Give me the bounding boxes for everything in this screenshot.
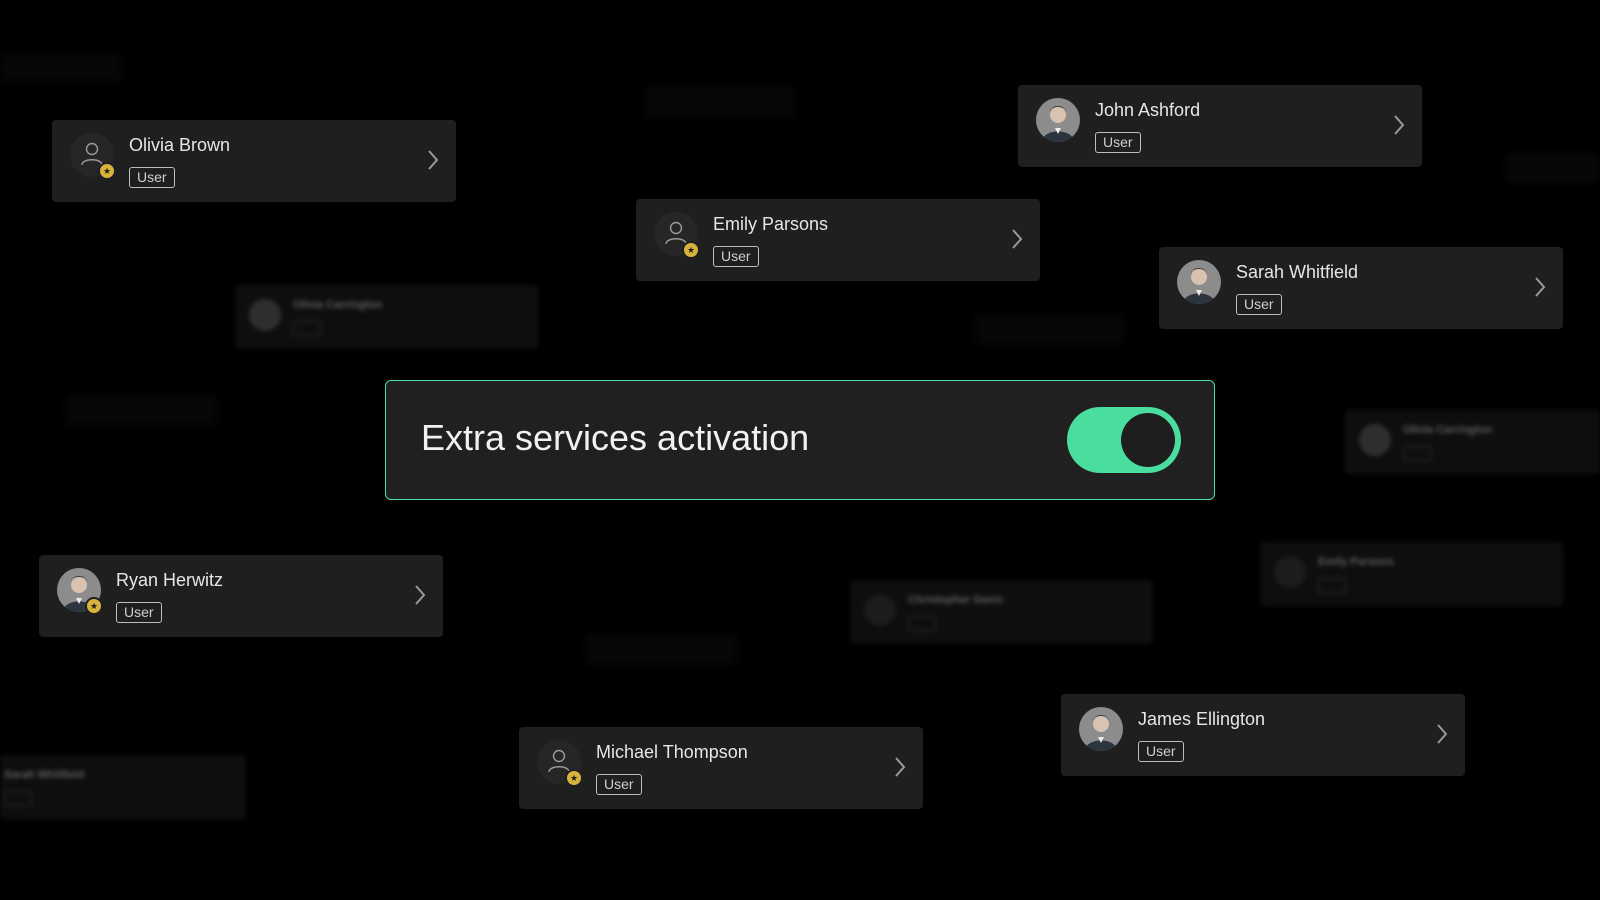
chevron-right-icon[interactable]: [1533, 275, 1547, 299]
star-icon: ★: [98, 162, 116, 180]
user-card-john-ashford[interactable]: John Ashford User: [1018, 85, 1422, 167]
background-user-card: Sarah Whitfield: [0, 755, 246, 819]
user-name: Ryan Herwitz: [116, 570, 224, 590]
toggle-knob[interactable]: [1121, 413, 1175, 467]
role-badge: User: [596, 774, 642, 795]
role-badge: [1318, 578, 1346, 593]
user-name: Emily Parsons: [713, 214, 829, 234]
background-card: [0, 52, 122, 82]
user-card-olivia-brown[interactable]: ★ Olivia Brown User: [52, 120, 456, 202]
user-name: Emily Parsons: [1318, 556, 1394, 568]
user-name: James Ellington: [1138, 709, 1266, 729]
avatar: ★: [57, 568, 103, 615]
user-name: Sarah Whitfield: [1236, 262, 1359, 282]
extra-services-toggle[interactable]: [1067, 407, 1181, 473]
avatar: ★: [654, 212, 700, 259]
user-photo: [1177, 260, 1221, 304]
user-name: Michael Thompson: [596, 742, 748, 762]
role-badge: User: [116, 602, 162, 623]
avatar: [864, 594, 896, 626]
avatar: [1177, 260, 1221, 304]
chevron-right-icon[interactable]: [426, 148, 440, 172]
role-badge: [293, 321, 321, 336]
role-badge: User: [1095, 132, 1141, 153]
user-name: John Ashford: [1095, 100, 1201, 120]
user-card-ryan-herwitz[interactable]: ★ Ryan Herwitz User: [39, 555, 443, 637]
star-icon: ★: [85, 597, 103, 615]
background-user-card: Emily Parsons: [1260, 542, 1563, 606]
background-card: [1505, 152, 1600, 184]
user-name: Olivia Brown: [129, 135, 231, 155]
avatar: [1359, 424, 1391, 456]
user-card-michael-thompson[interactable]: ★ Michael Thompson User: [519, 727, 923, 809]
chevron-right-icon[interactable]: [413, 583, 427, 607]
avatar: ★: [70, 133, 116, 180]
role-badge: User: [713, 246, 759, 267]
user-photo: [1079, 707, 1123, 751]
role-badge: [1403, 446, 1431, 461]
role-badge: User: [129, 167, 175, 188]
avatar: [1079, 707, 1123, 751]
star-icon: ★: [565, 769, 583, 787]
chevron-right-icon[interactable]: [893, 755, 907, 779]
user-photo: [1036, 98, 1080, 142]
extra-services-panel: Extra services activation: [385, 380, 1215, 500]
chevron-right-icon[interactable]: [1392, 113, 1406, 137]
role-badge: User: [1138, 741, 1184, 762]
background-user-card: Olivia Carrington: [235, 285, 538, 349]
avatar: [1274, 556, 1306, 588]
user-name: Sarah Whitfield: [4, 769, 85, 781]
avatar: [1036, 98, 1080, 142]
avatar: ★: [537, 740, 583, 787]
avatar: [249, 299, 281, 331]
background-user-card: Olivia Carrington: [1345, 410, 1600, 474]
user-name: Olivia Carrington: [1403, 424, 1493, 436]
user-card-james-ellington[interactable]: James Ellington User: [1061, 694, 1465, 776]
role-badge: [4, 791, 32, 806]
background-card: [975, 313, 1125, 345]
background-card: [65, 394, 217, 426]
background-card: [645, 85, 795, 117]
role-badge: [908, 616, 936, 631]
chevron-right-icon[interactable]: [1435, 722, 1449, 746]
background-card: [585, 633, 737, 665]
user-name: Christopher Davis: [908, 594, 1003, 606]
star-icon: ★: [682, 241, 700, 259]
extra-services-label: Extra services activation: [421, 417, 810, 458]
chevron-right-icon[interactable]: [1010, 227, 1024, 251]
user-card-emily-parsons[interactable]: ★ Emily Parsons User: [636, 199, 1040, 281]
user-name: Olivia Carrington: [293, 299, 383, 311]
background-user-card: Christopher Davis: [850, 580, 1153, 644]
role-badge: User: [1236, 294, 1282, 315]
user-card-sarah-whitfield[interactable]: Sarah Whitfield User: [1159, 247, 1563, 329]
